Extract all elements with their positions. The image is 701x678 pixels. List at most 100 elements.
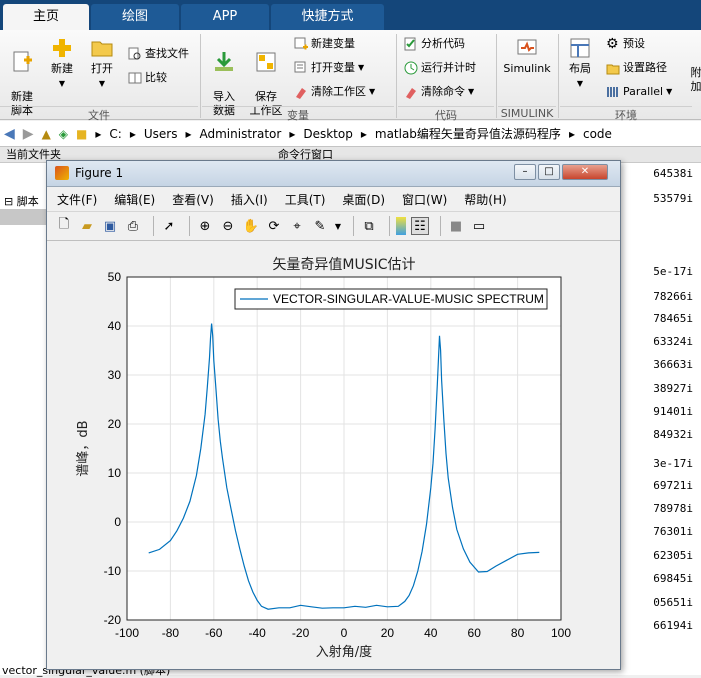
tab-apps[interactable]: APP xyxy=(181,4,269,30)
forward-arrow-icon[interactable]: ▶ xyxy=(23,126,34,142)
back-arrow-icon[interactable]: ◀ xyxy=(4,126,15,142)
figure-menu-bar: 文件(F) 编辑(E) 查看(V) 插入(I) 工具(T) 桌面(D) 窗口(W… xyxy=(47,188,620,210)
path-segment[interactable]: matlab编程矢量奇异值法源码程序 xyxy=(375,125,561,142)
menu-file[interactable]: 文件(F) xyxy=(57,191,97,208)
save-icon[interactable]: ▣ xyxy=(101,217,119,235)
simulink-button[interactable]: Simulink xyxy=(500,36,554,76)
tab-shortcuts[interactable]: 快捷方式 xyxy=(271,4,384,30)
rotate-3d-icon[interactable]: ⟳ xyxy=(265,217,283,235)
addons-button[interactable]: 附加 xyxy=(686,66,701,94)
x-tick-label: 60 xyxy=(468,626,482,640)
tab-plots[interactable]: 绘图 xyxy=(91,4,179,30)
legend-entry: VECTOR-SINGULAR-VALUE-MUSIC SPECTRUM xyxy=(273,292,544,306)
x-tick-label: -80 xyxy=(162,626,180,640)
open-variable-button[interactable]: 打开变量▼ xyxy=(294,60,364,76)
toolbar-separator xyxy=(353,216,354,236)
chevron-down-icon: ▼ xyxy=(99,79,105,88)
colorbar-icon[interactable] xyxy=(396,217,406,235)
find-files-icon xyxy=(128,47,142,61)
close-button[interactable]: ✕ xyxy=(562,164,608,180)
figure-title: Figure 1 xyxy=(75,166,123,180)
parallel-button[interactable]: Parallel▼ xyxy=(606,84,672,100)
path-segment[interactable]: Users xyxy=(144,127,178,141)
figure-window: Figure 1 – □ ✕ 文件(F) 编辑(E) 查看(V) 插入(I) 工… xyxy=(46,160,621,670)
path-segment[interactable]: code xyxy=(583,127,612,141)
x-tick-label: 100 xyxy=(551,626,571,640)
open-button[interactable]: 打开▼ xyxy=(84,36,120,91)
new-variable-button[interactable]: 新建变量 xyxy=(294,36,355,52)
preferences-button[interactable]: ⚙ 预设 xyxy=(606,36,645,52)
command-output-line: 36663i xyxy=(611,358,701,371)
legend-icon[interactable]: ☷ xyxy=(411,217,429,235)
menu-insert[interactable]: 插入(I) xyxy=(231,191,268,208)
find-files-button[interactable]: 查找文件 xyxy=(128,46,189,62)
compare-button[interactable]: 比较 xyxy=(128,70,167,86)
import-icon xyxy=(212,50,236,74)
tab-home[interactable]: 主页 xyxy=(3,4,89,32)
select-arrow-icon[interactable]: ➚ xyxy=(160,217,178,235)
menu-view[interactable]: 查看(V) xyxy=(172,191,214,208)
x-tick-label: 0 xyxy=(341,626,348,640)
clear-commands-button[interactable]: 清除命令▼ xyxy=(404,84,474,100)
path-separator: ▸ xyxy=(130,127,136,141)
path-separator: ▸ xyxy=(361,127,367,141)
compare-label: 比较 xyxy=(145,70,167,86)
zoom-out-icon[interactable]: ⊖ xyxy=(219,217,237,235)
chevron-down-icon: ▼ xyxy=(358,60,364,76)
menu-window[interactable]: 窗口(W) xyxy=(402,191,447,208)
command-output-line: 53579i xyxy=(611,192,701,205)
toolbar-separator xyxy=(389,216,390,236)
y-tick-label: 10 xyxy=(108,466,122,480)
open-variable-icon xyxy=(294,61,308,75)
y-tick-label: 0 xyxy=(114,515,121,529)
new-variable-label: 新建变量 xyxy=(311,36,355,52)
zoom-in-icon[interactable]: ⊕ xyxy=(196,217,214,235)
path-segment[interactable]: Administrator xyxy=(200,127,282,141)
brush-icon[interactable]: ✎ xyxy=(311,217,329,235)
menu-tools[interactable]: 工具(T) xyxy=(285,191,326,208)
menu-edit[interactable]: 编辑(E) xyxy=(114,191,155,208)
link-plot-icon[interactable]: ⧉ xyxy=(360,217,378,235)
path-separator: ▸ xyxy=(185,127,191,141)
analyze-code-button[interactable]: 分析代码 xyxy=(404,36,465,52)
parallel-icon xyxy=(606,85,620,99)
command-output-line: 5e-17i xyxy=(611,265,701,278)
y-tick-label: -10 xyxy=(104,564,122,578)
x-tick-label: 80 xyxy=(511,626,525,640)
path-separator: ▸ xyxy=(569,127,575,141)
run-and-time-icon xyxy=(404,61,418,75)
new-script-icon xyxy=(10,50,34,74)
pan-hand-icon[interactable]: ✋ xyxy=(242,217,260,235)
up-folder-icon[interactable]: ▲ xyxy=(42,127,51,141)
set-path-button[interactable]: 设置路径 xyxy=(606,60,667,76)
simulink-label: Simulink xyxy=(503,62,550,75)
x-tick-label: 40 xyxy=(424,626,438,640)
browse-folder-icon[interactable]: ◈ xyxy=(59,127,68,141)
chevron-down-icon[interactable]: ▼ xyxy=(334,217,342,235)
figure-title-bar: Figure 1 – □ ✕ xyxy=(47,161,620,187)
menu-desktop[interactable]: 桌面(D) xyxy=(342,191,385,208)
command-output-line: 78266i xyxy=(611,290,701,303)
find-files-label: 查找文件 xyxy=(145,46,189,62)
y-tick-label: 20 xyxy=(108,417,122,431)
data-cursor-icon[interactable]: ⌖ xyxy=(288,217,306,235)
print-icon[interactable]: ⎙ xyxy=(124,217,142,235)
maximize-button[interactable]: □ xyxy=(538,164,560,180)
code-group-label: 代码 xyxy=(398,106,494,120)
path-segment[interactable]: Desktop xyxy=(303,127,353,141)
menu-help[interactable]: 帮助(H) xyxy=(464,191,506,208)
simulink-group-label: SIMULINK xyxy=(498,106,556,120)
new-button[interactable]: 新建▼ xyxy=(44,36,80,91)
layout-button[interactable]: 布局▼ xyxy=(562,36,598,91)
open-file-icon[interactable]: ▰ xyxy=(78,217,96,235)
new-figure-icon[interactable]: 🗋 xyxy=(55,217,73,235)
path-segment[interactable]: C: xyxy=(109,127,121,141)
hide-tools-icon[interactable]: ■ xyxy=(447,217,465,235)
clear-workspace-button[interactable]: 清除工作区▼ xyxy=(294,84,375,100)
command-output-line: 84932i xyxy=(611,428,701,441)
run-and-time-button[interactable]: 运行并计时 xyxy=(404,60,476,76)
save-workspace-icon xyxy=(254,50,278,74)
path-separator: ▸ xyxy=(289,127,295,141)
minimize-button[interactable]: – xyxy=(514,164,536,180)
show-tools-icon[interactable]: ▭ xyxy=(470,217,488,235)
